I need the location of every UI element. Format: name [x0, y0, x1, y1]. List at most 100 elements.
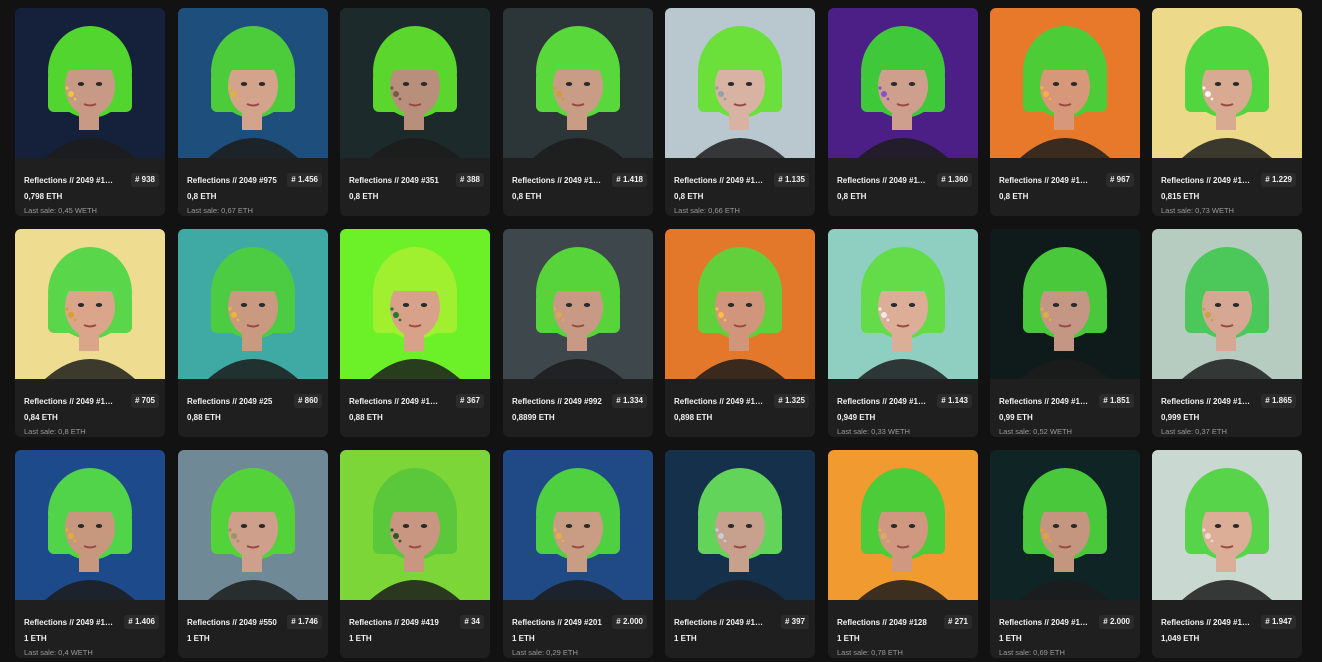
nft-thumbnail[interactable]	[178, 450, 328, 600]
nft-card[interactable]: Reflections // 2049 #1960 # 397 1 ETH	[665, 450, 815, 658]
nft-thumbnail[interactable]	[828, 8, 978, 158]
nft-card[interactable]: Reflections // 2049 #1696 # 1.418 0,8 ETH	[503, 8, 653, 216]
nft-info: Reflections // 2049 #25 # 860 0,88 ETH	[178, 379, 328, 437]
nft-info: Reflections // 2049 #1696 # 1.418 0,8 ETH	[503, 158, 653, 216]
nft-info: Reflections // 2049 #128 # 271 1 ETH Last s…	[828, 600, 978, 658]
nft-price: 1 ETH	[837, 634, 860, 643]
nft-thumbnail[interactable]	[503, 450, 653, 600]
nft-thumbnail[interactable]	[340, 8, 490, 158]
rarity-rank-badge: # 1.143	[937, 394, 972, 408]
nft-thumbnail[interactable]	[828, 450, 978, 600]
rarity-rank-badge: # 1.851	[1099, 394, 1134, 408]
nft-thumbnail[interactable]	[15, 229, 165, 379]
nft-thumbnail[interactable]	[503, 229, 653, 379]
last-sale: Last sale: 0,8 ETH	[24, 427, 86, 436]
last-sale: Last sale: 0,69 ETH	[999, 648, 1065, 657]
nft-thumbnail[interactable]	[990, 8, 1140, 158]
rarity-rank-badge: # 1.865	[1261, 394, 1296, 408]
nft-card[interactable]: Reflections // 2049 #1874 # 1.851 0,99 ETH…	[990, 229, 1140, 437]
nft-card[interactable]: Reflections // 2049 #128 # 271 1 ETH Last s…	[828, 450, 978, 658]
nft-name: Reflections // 2049 #1963	[24, 176, 116, 185]
nft-card[interactable]: Reflections // 2049 #1019 # 967 0,8 ETH	[990, 8, 1140, 216]
nft-price: 1 ETH	[24, 634, 47, 643]
rarity-rank-badge: # 2.000	[612, 615, 647, 629]
nft-price: 1 ETH	[512, 634, 535, 643]
nft-thumbnail[interactable]	[665, 450, 815, 600]
nft-thumbnail[interactable]	[990, 229, 1140, 379]
nft-card[interactable]: Reflections // 2049 #14… # 1.325 0,898 ETH	[665, 229, 815, 437]
nft-price: 0,898 ETH	[674, 413, 713, 422]
rarity-rank-badge: # 1.418	[612, 173, 647, 187]
nft-name: Reflections // 2049 #1696	[512, 176, 604, 185]
nft-price: 0,8 ETH	[187, 192, 217, 201]
nft-price: 1 ETH	[187, 634, 210, 643]
nft-card[interactable]: Reflections // 2049 #992 # 1.334 0,8899 ET…	[503, 229, 653, 437]
nft-name: Reflections // 2049 #1874	[999, 397, 1091, 406]
nft-card[interactable]: Reflections // 2049 #975 # 1.456 0,8 ETH La…	[178, 8, 328, 216]
nft-thumbnail[interactable]	[178, 229, 328, 379]
nft-info: Reflections // 2049 #13… # 1.947 1,049 ETH	[1152, 600, 1302, 658]
nft-thumbnail[interactable]	[15, 450, 165, 600]
nft-name: Reflections // 2049 #992	[512, 397, 602, 406]
nft-card[interactable]: Reflections // 2049 #1465 # 1.143 0,949 ET…	[828, 229, 978, 437]
nft-thumbnail[interactable]	[1152, 450, 1302, 600]
nft-card[interactable]: Reflections // 2049 #351 # 388 0,8 ETH	[340, 8, 490, 216]
nft-card[interactable]: Reflections // 2049 #419 # 34 1 ETH	[340, 450, 490, 658]
nft-card[interactable]: Reflections // 2049 #25 # 860 0,88 ETH	[178, 229, 328, 437]
nft-card[interactable]: Reflections // 2049 #1400 # 367 0,88 ETH	[340, 229, 490, 437]
nft-name: Reflections // 2049 #1852	[24, 397, 116, 406]
nft-card[interactable]: Reflections // 2049 #1963 # 938 0,798 ETH L…	[15, 8, 165, 216]
nft-info: Reflections // 2049 #1… # 2.000 1 ETH Last …	[990, 600, 1140, 658]
last-sale: Last sale: 0,4 WETH	[24, 648, 93, 657]
nft-price: 0,8 ETH	[674, 192, 704, 201]
nft-price: 0,8 ETH	[999, 192, 1029, 201]
nft-price: 0,88 ETH	[349, 413, 383, 422]
nft-info: Reflections // 2049 #1385 # 1.135 0,8 ETH L…	[665, 158, 815, 216]
nft-card[interactable]: Reflections // 2049 #18… # 1.865 0,999 ETH…	[1152, 229, 1302, 437]
nft-price: 1,049 ETH	[1161, 634, 1200, 643]
nft-info: Reflections // 2049 #419 # 34 1 ETH	[340, 600, 490, 658]
nft-card[interactable]: Reflections // 2049 #18… # 1.406 1 ETH Last…	[15, 450, 165, 658]
nft-card[interactable]: Reflections // 2049 #16… # 1.229 0,815 ETH…	[1152, 8, 1302, 216]
nft-thumbnail[interactable]	[665, 229, 815, 379]
rarity-rank-badge: # 271	[943, 615, 972, 629]
nft-thumbnail[interactable]	[828, 229, 978, 379]
nft-card[interactable]: Reflections // 2049 #201 # 2.000 1 ETH Last…	[503, 450, 653, 658]
nft-thumbnail[interactable]	[503, 8, 653, 158]
rarity-rank-badge: # 1.746	[287, 615, 322, 629]
nft-price: 1 ETH	[349, 634, 372, 643]
nft-name: Reflections // 2049 #550	[187, 618, 277, 627]
last-sale: Last sale: 0,67 ETH	[187, 206, 253, 215]
nft-card[interactable]: Reflections // 2049 #1852 # 705 0,84 ETH La…	[15, 229, 165, 437]
nft-thumbnail[interactable]	[15, 8, 165, 158]
nft-info: Reflections // 2049 #1852 # 705 0,84 ETH La…	[15, 379, 165, 437]
nft-card[interactable]: Reflections // 2049 #1385 # 1.135 0,8 ETH L…	[665, 8, 815, 216]
rarity-rank-badge: # 1.456	[287, 173, 322, 187]
nft-name: Reflections // 2049 #16…	[1161, 176, 1253, 185]
last-sale: Last sale: 0,45 WETH	[24, 206, 97, 215]
nft-card[interactable]: Reflections // 2049 #1… # 2.000 1 ETH Last …	[990, 450, 1140, 658]
nft-thumbnail[interactable]	[340, 229, 490, 379]
nft-name: Reflections // 2049 #351	[349, 176, 439, 185]
last-sale: Last sale: 0,66 ETH	[674, 206, 740, 215]
nft-thumbnail[interactable]	[178, 8, 328, 158]
nft-thumbnail[interactable]	[990, 450, 1140, 600]
nft-name: Reflections // 2049 #25	[187, 397, 273, 406]
rarity-rank-badge: # 1.325	[774, 394, 809, 408]
nft-card[interactable]: Reflections // 2049 #13… # 1.947 1,049 ETH	[1152, 450, 1302, 658]
nft-name: Reflections // 2049 #419	[349, 618, 439, 627]
rarity-rank-badge: # 1.229	[1261, 173, 1296, 187]
last-sale: Last sale: 0,37 ETH	[1161, 427, 1227, 436]
nft-info: Reflections // 2049 #201 # 2.000 1 ETH Last…	[503, 600, 653, 658]
nft-name: Reflections // 2049 #975	[187, 176, 277, 185]
nft-thumbnail[interactable]	[340, 450, 490, 600]
nft-thumbnail[interactable]	[1152, 229, 1302, 379]
nft-price: 0,99 ETH	[999, 413, 1033, 422]
nft-thumbnail[interactable]	[1152, 8, 1302, 158]
nft-card[interactable]: Reflections // 2049 #11… # 1.360 0,8 ETH	[828, 8, 978, 216]
nft-info: Reflections // 2049 #975 # 1.456 0,8 ETH La…	[178, 158, 328, 216]
nft-card[interactable]: Reflections // 2049 #550 # 1.746 1 ETH	[178, 450, 328, 658]
nft-thumbnail[interactable]	[665, 8, 815, 158]
nft-name: Reflections // 2049 #201	[512, 618, 602, 627]
nft-price: 0,8 ETH	[512, 192, 542, 201]
